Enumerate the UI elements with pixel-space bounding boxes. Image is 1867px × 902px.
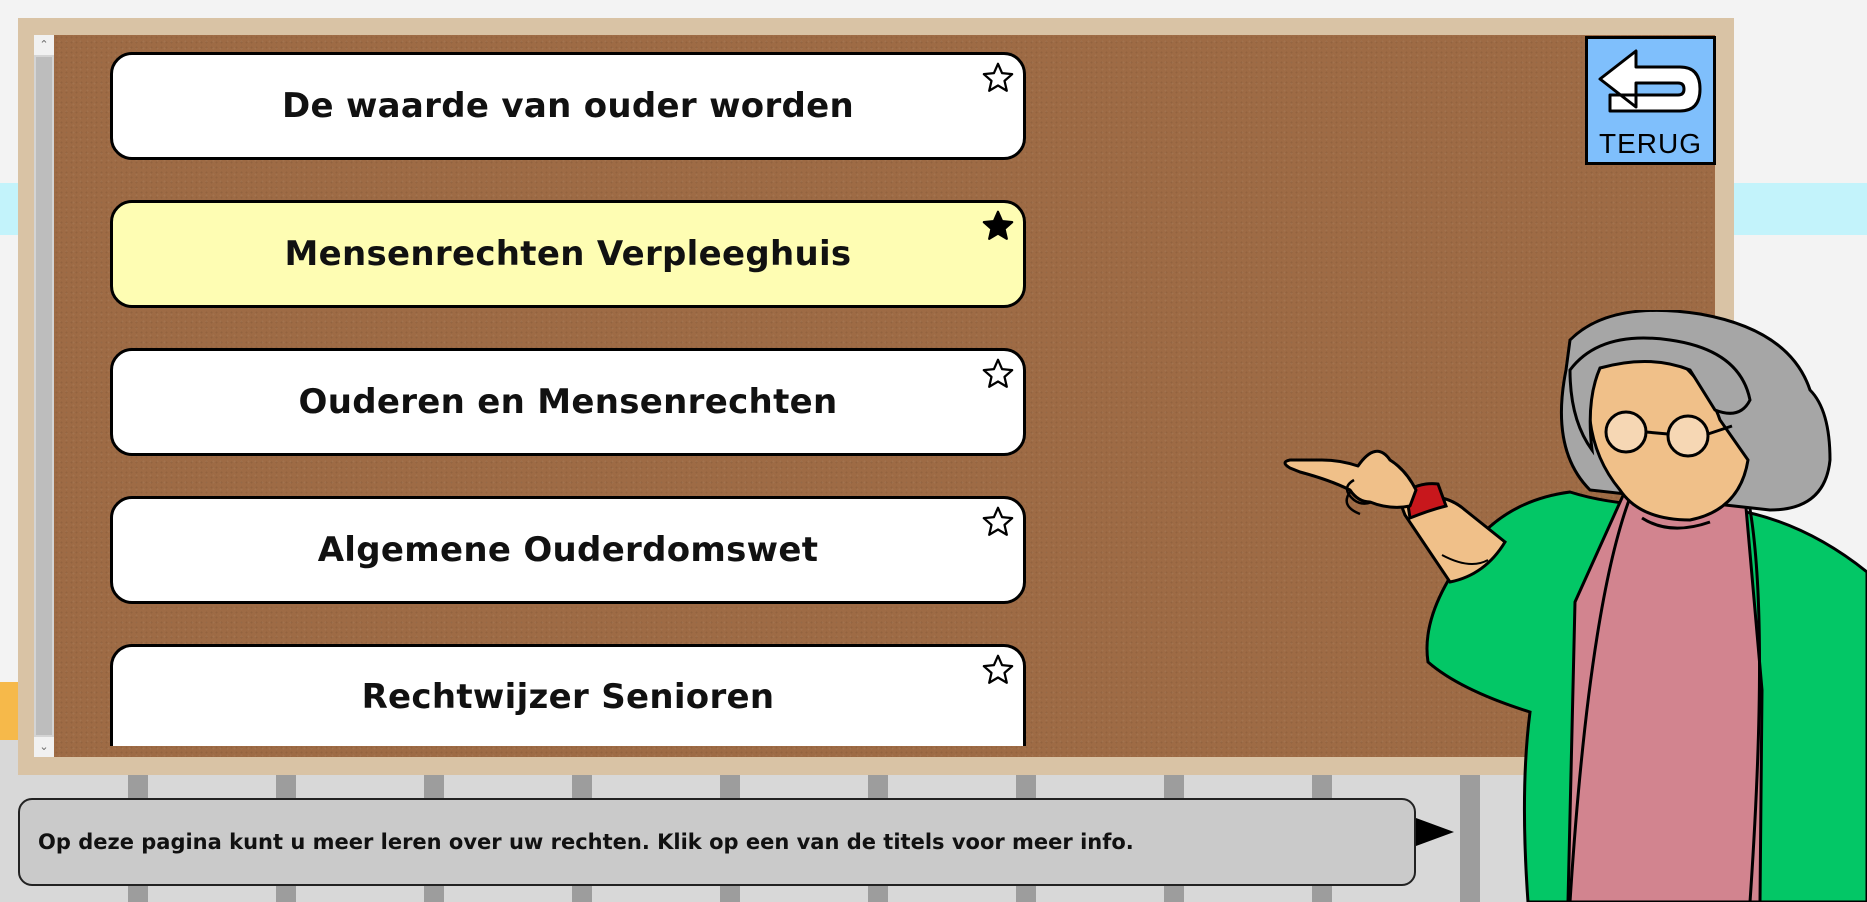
topic-item[interactable]: Algemene Ouderdomswet bbox=[110, 496, 1026, 604]
topic-title: Mensenrechten Verpleeghuis bbox=[284, 234, 852, 274]
scrollbar-thumb[interactable] bbox=[36, 57, 52, 735]
scroll-down-icon[interactable]: ⌄ bbox=[34, 737, 54, 757]
star-outline-icon[interactable] bbox=[981, 61, 1015, 95]
teacher-illustration bbox=[1283, 310, 1867, 902]
return-arrow-icon bbox=[1598, 49, 1702, 113]
back-label: TERUG bbox=[1599, 128, 1702, 159]
topic-item[interactable]: Mensenrechten Verpleeghuis bbox=[110, 200, 1026, 308]
topic-item[interactable]: Rechtwijzer Senioren bbox=[110, 644, 1026, 746]
topic-list: De waarde van ouder worden Mensenrechten… bbox=[110, 52, 1030, 786]
scroll-up-icon[interactable]: ⌃ bbox=[34, 35, 54, 55]
star-outline-icon[interactable] bbox=[981, 357, 1015, 391]
speech-bubble: Op deze pagina kunt u meer leren over uw… bbox=[18, 798, 1416, 886]
list-scrollbar[interactable]: ⌃ ⌄ bbox=[34, 35, 54, 757]
topic-title: Ouderen en Mensenrechten bbox=[298, 382, 838, 422]
star-outline-icon[interactable] bbox=[981, 653, 1015, 687]
topic-title: De waarde van ouder worden bbox=[281, 86, 855, 126]
speech-text: Op deze pagina kunt u meer leren over uw… bbox=[38, 830, 1134, 854]
topic-item[interactable]: Ouderen en Mensenrechten bbox=[110, 348, 1026, 456]
topic-title: Algemene Ouderdomswet bbox=[317, 530, 819, 570]
star-outline-icon[interactable] bbox=[981, 505, 1015, 539]
topic-title: Rechtwijzer Senioren bbox=[361, 676, 775, 717]
back-button[interactable]: TERUG bbox=[1585, 36, 1716, 165]
topic-item[interactable]: De waarde van ouder worden bbox=[110, 52, 1026, 160]
side-tab bbox=[0, 682, 20, 740]
star-filled-icon[interactable] bbox=[981, 209, 1015, 243]
